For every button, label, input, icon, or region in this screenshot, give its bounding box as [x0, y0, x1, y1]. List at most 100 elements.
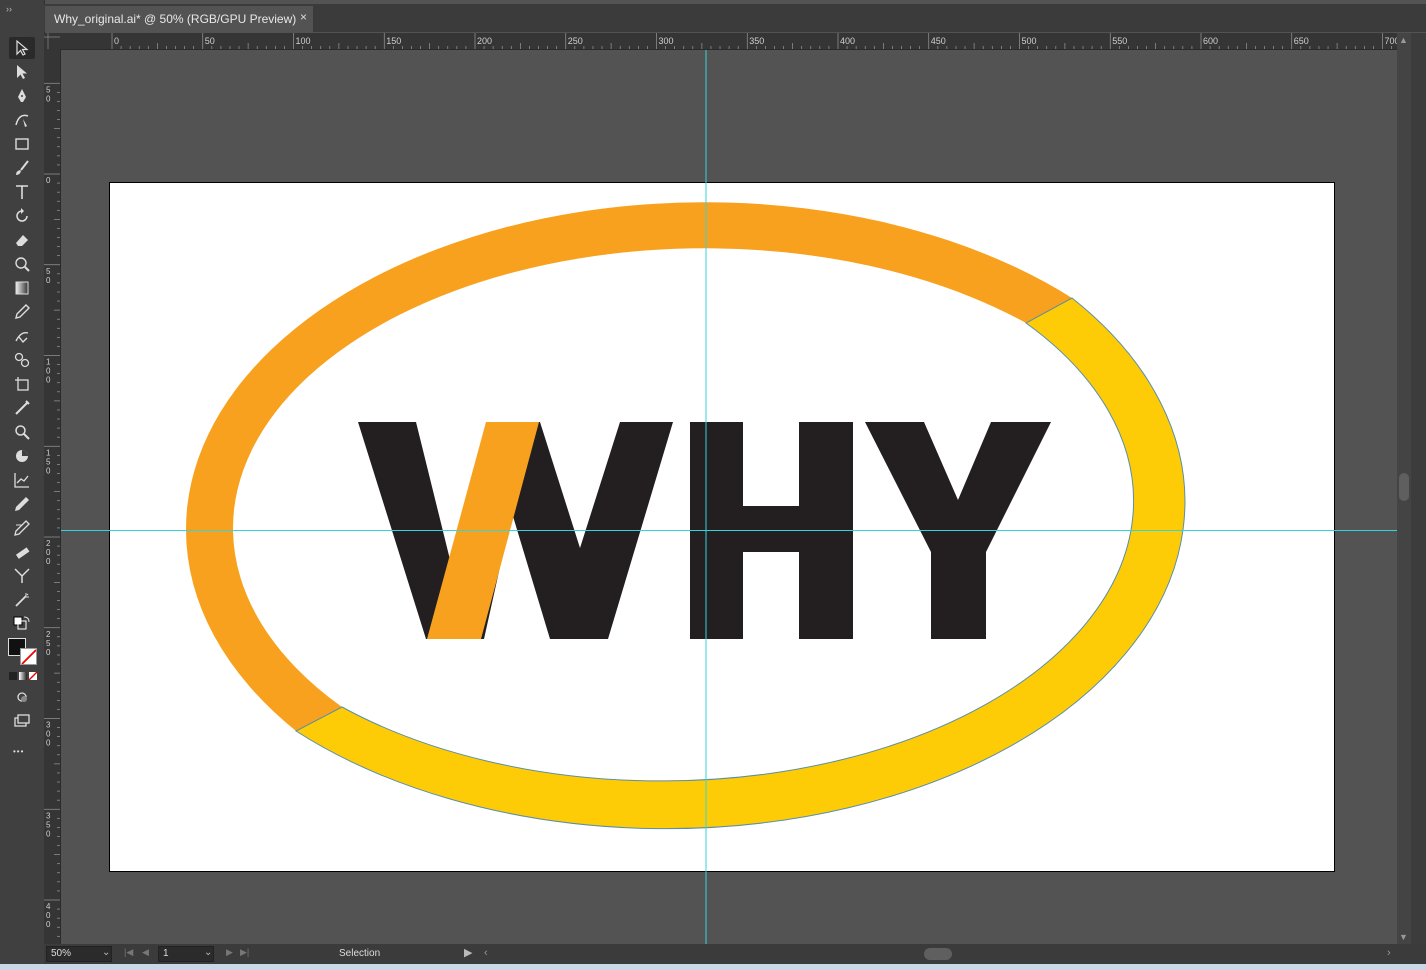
ruler-label: 0: [46, 94, 51, 103]
knife-tool-icon[interactable]: [9, 541, 35, 563]
ruler-label: 0: [46, 376, 51, 385]
horizontal-ruler[interactable]: 0 50 100 150 200 250 300 350 400 450 500 550 600 650 7…: [60, 33, 1397, 50]
ruler-label: 5: [46, 85, 51, 94]
rectangle-tool-icon[interactable]: [9, 133, 35, 155]
ruler-label: 0: [46, 648, 51, 657]
ruler-label: 350: [749, 36, 764, 46]
screen-mode-icon[interactable]: [9, 712, 35, 730]
drawing-modes-icon[interactable]: [9, 689, 35, 705]
ruler-label: 150: [386, 36, 401, 46]
ruler-label: 300: [659, 36, 674, 46]
type-tool-icon[interactable]: [9, 181, 35, 203]
ruler-label: 0: [46, 730, 51, 739]
gradient-button[interactable]: [19, 672, 27, 680]
ruler-label: 1: [46, 448, 51, 457]
default-fill-stroke-icon[interactable]: [9, 615, 35, 633]
ruler-label: 4: [46, 902, 51, 911]
ruler-label: 2: [46, 539, 51, 548]
more-tools-icon[interactable]: •••: [13, 747, 24, 756]
ruler-label: 5: [46, 457, 51, 466]
artboard-tool-icon[interactable]: [9, 373, 35, 395]
curvature-tool-icon[interactable]: [9, 109, 35, 131]
first-artboard-icon[interactable]: |◀: [124, 947, 133, 958]
stroke-swatch[interactable]: [20, 648, 37, 665]
color-button[interactable]: [9, 672, 17, 680]
ruler-label: 0: [46, 920, 51, 929]
status-tool-label[interactable]: Selection: [339, 948, 380, 959]
scroll-right-icon[interactable]: ›: [1387, 947, 1391, 959]
rotate-tool-icon[interactable]: [9, 205, 35, 227]
scroll-down-icon[interactable]: ▼: [1399, 932, 1408, 942]
ruler-label: 500: [1022, 36, 1037, 46]
ruler-origin[interactable]: [44, 33, 60, 49]
vertical-scroll-thumb[interactable]: [1399, 473, 1409, 501]
ruler-label: 0: [46, 466, 51, 475]
document-tab[interactable]: Why_original.ai* @ 50% (RGB/GPU Preview)…: [45, 6, 313, 32]
close-tab-icon[interactable]: ×: [300, 10, 307, 24]
ruler-label: 0: [46, 176, 51, 185]
ruler-label: 400: [840, 36, 855, 46]
ruler-label: 5: [46, 820, 51, 829]
ruler-label: 0: [46, 557, 51, 566]
zoom-tool-icon[interactable]: [9, 421, 35, 443]
zoom-level-value: 50%: [51, 948, 72, 959]
ruler-label: 550: [1112, 36, 1127, 46]
ruler-label: 650: [1294, 36, 1309, 46]
color-mode-buttons[interactable]: [9, 672, 37, 682]
panel-collapse-icon[interactable]: ››: [6, 4, 12, 14]
shape-builder-tool-icon[interactable]: [9, 325, 35, 347]
ruler-label: 0: [46, 829, 51, 838]
next-artboard-icon[interactable]: ▶: [226, 947, 233, 958]
ruler-label: 0: [46, 367, 51, 376]
ruler-label: 250: [568, 36, 583, 46]
width-tool-icon[interactable]: [9, 517, 35, 539]
ruler-label: 100: [296, 36, 311, 46]
symbol-sprayer-tool-icon[interactable]: [9, 589, 35, 611]
pencil-tool-icon[interactable]: [9, 493, 35, 515]
eyedropper-tool-icon[interactable]: [9, 301, 35, 323]
gradient-tool-icon[interactable]: [9, 277, 35, 299]
ruler-label: 700: [1385, 36, 1398, 46]
window-bottom-edge: [0, 964, 1426, 970]
ruler-label: 200: [477, 36, 492, 46]
selection-tool-icon[interactable]: [9, 37, 35, 59]
ruler-label: 450: [931, 36, 946, 46]
live-paint-tool-icon[interactable]: [9, 349, 35, 371]
pie-graph-tool-icon[interactable]: [9, 445, 35, 467]
horizontal-scrollbar[interactable]: ‹ ›: [482, 945, 1402, 963]
scroll-left-icon[interactable]: ‹: [484, 947, 488, 959]
ruler-label: 5: [46, 639, 51, 648]
document-tab-title: Why_original.ai* @ 50% (RGB/GPU Preview): [54, 12, 297, 26]
direct-selection-tool-icon[interactable]: [9, 61, 35, 83]
canvas-area[interactable]: [61, 50, 1397, 944]
ruler-label: 5: [46, 267, 51, 276]
warp-tool-icon[interactable]: [9, 253, 35, 275]
panel-dock-edge: [1411, 33, 1426, 944]
vertical-ruler[interactable]: 50050100150200250300350400: [44, 49, 61, 944]
ruler-label: 2: [46, 630, 51, 639]
ruler-label: 0: [46, 739, 51, 748]
ruler-label: 600: [1203, 36, 1218, 46]
status-menu-icon[interactable]: ▶: [464, 946, 472, 959]
eraser-tool-icon[interactable]: [9, 229, 35, 251]
paintbrush-tool-icon[interactable]: [9, 157, 35, 179]
ruler-label: 3: [46, 811, 51, 820]
vertical-scrollbar[interactable]: ▲ ▼: [1397, 33, 1411, 944]
none-button[interactable]: [29, 672, 37, 680]
scroll-up-icon[interactable]: ▲: [1399, 35, 1408, 45]
ruler-label: 0: [46, 911, 51, 920]
ruler-label: 0: [46, 548, 51, 557]
measure-tool-icon[interactable]: [9, 397, 35, 419]
tools-panel: ›› •••: [0, 0, 45, 970]
document-tab-bar: Why_original.ai* @ 50% (RGB/GPU Preview)…: [44, 4, 1426, 32]
pen-tool-icon[interactable]: [9, 85, 35, 107]
horizontal-scroll-thumb[interactable]: [924, 948, 952, 960]
artboard-dropdown-icon[interactable]: ⌄: [204, 947, 212, 958]
line-graph-tool-icon[interactable]: [9, 469, 35, 491]
zoom-dropdown-icon[interactable]: ⌄: [102, 947, 110, 958]
ruler-label: 1: [46, 358, 51, 367]
previous-artboard-icon[interactable]: ◀: [142, 947, 149, 958]
blend-tool-icon[interactable]: [9, 565, 35, 587]
last-artboard-icon[interactable]: ▶|: [240, 947, 249, 958]
artboard-number-value: 1: [163, 948, 169, 959]
